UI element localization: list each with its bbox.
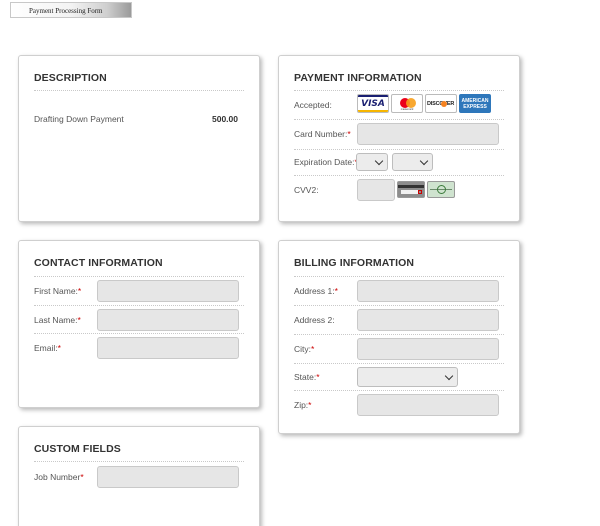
billing-card: BILLING INFORMATION Address 1:* Address …: [278, 240, 520, 434]
card-number-input[interactable]: [357, 123, 499, 145]
description-item-label: Drafting Down Payment: [34, 114, 124, 124]
zip-label: Zip:*: [294, 400, 312, 410]
cvv-input[interactable]: [357, 179, 395, 201]
divider: [294, 175, 504, 176]
state-label: State:*: [294, 372, 320, 382]
billing-title: BILLING INFORMATION: [294, 257, 415, 269]
divider: [34, 276, 244, 277]
zip-input[interactable]: [357, 394, 499, 416]
last-name-label: Last Name:*: [34, 315, 81, 325]
cvv-label: CVV2:: [294, 185, 319, 195]
card-number-label: Card Number:*: [294, 129, 351, 139]
email-input[interactable]: [97, 337, 239, 359]
custom-fields-title: CUSTOM FIELDS: [34, 443, 121, 455]
description-title: DESCRIPTION: [34, 72, 107, 84]
payment-title: PAYMENT INFORMATION: [294, 72, 422, 84]
contact-card: CONTACT INFORMATION First Name:* Last Na…: [18, 240, 260, 408]
first-name-label: First Name:*: [34, 286, 82, 296]
visa-text: VISA: [361, 99, 385, 109]
divider: [34, 461, 244, 462]
amex-icon: AMERICAN EXPRESS: [459, 94, 491, 113]
custom-fields-card: CUSTOM FIELDS Job Number*: [18, 426, 260, 526]
divider: [294, 149, 504, 150]
first-name-input[interactable]: [97, 280, 239, 302]
divider: [294, 334, 504, 335]
expiration-year-select[interactable]: [392, 153, 433, 171]
expiration-date-label: Expiration Date:*: [294, 157, 358, 167]
city-input[interactable]: [357, 338, 499, 360]
job-number-label: Job Number*: [34, 472, 84, 482]
divider: [294, 305, 504, 306]
mastercard-icon: mastercard: [391, 94, 423, 113]
address1-label: Address 1:*: [294, 286, 338, 296]
last-name-input[interactable]: [97, 309, 239, 331]
address1-input[interactable]: [357, 280, 499, 302]
divider: [34, 333, 244, 334]
contact-title: CONTACT INFORMATION: [34, 257, 163, 269]
chevron-down-icon: [419, 156, 429, 166]
expiration-month-select[interactable]: [356, 153, 388, 171]
mastercard-text: mastercard: [400, 108, 414, 111]
city-label: City:*: [294, 344, 315, 354]
chevron-down-icon: [444, 371, 454, 381]
chevron-down-icon: [374, 156, 384, 166]
job-number-input[interactable]: [97, 466, 239, 488]
divider: [34, 90, 244, 91]
state-select[interactable]: [357, 367, 458, 387]
email-label: Email:*: [34, 343, 61, 353]
divider: [294, 276, 504, 277]
divider: [34, 305, 244, 306]
divider: [294, 363, 504, 364]
cvv-card-front-icon: [427, 181, 455, 198]
discover-icon: DISCOVER: [425, 94, 457, 113]
address2-input[interactable]: [357, 309, 499, 331]
divider: [294, 390, 504, 391]
cvv-card-back-icon: [397, 181, 425, 198]
description-item-amount: 500.00: [212, 114, 238, 124]
divider: [294, 119, 504, 120]
form-title-tab: Payment Processing Form: [10, 2, 132, 18]
payment-card: PAYMENT INFORMATION Accepted: VISA maste…: [278, 55, 520, 222]
accepted-label: Accepted:: [294, 100, 332, 110]
visa-icon: VISA: [357, 94, 389, 113]
divider: [294, 90, 504, 91]
description-card: DESCRIPTION Drafting Down Payment 500.00: [18, 55, 260, 222]
address2-label: Address 2:: [294, 315, 335, 325]
amex-text: AMERICAN EXPRESS: [461, 98, 489, 110]
